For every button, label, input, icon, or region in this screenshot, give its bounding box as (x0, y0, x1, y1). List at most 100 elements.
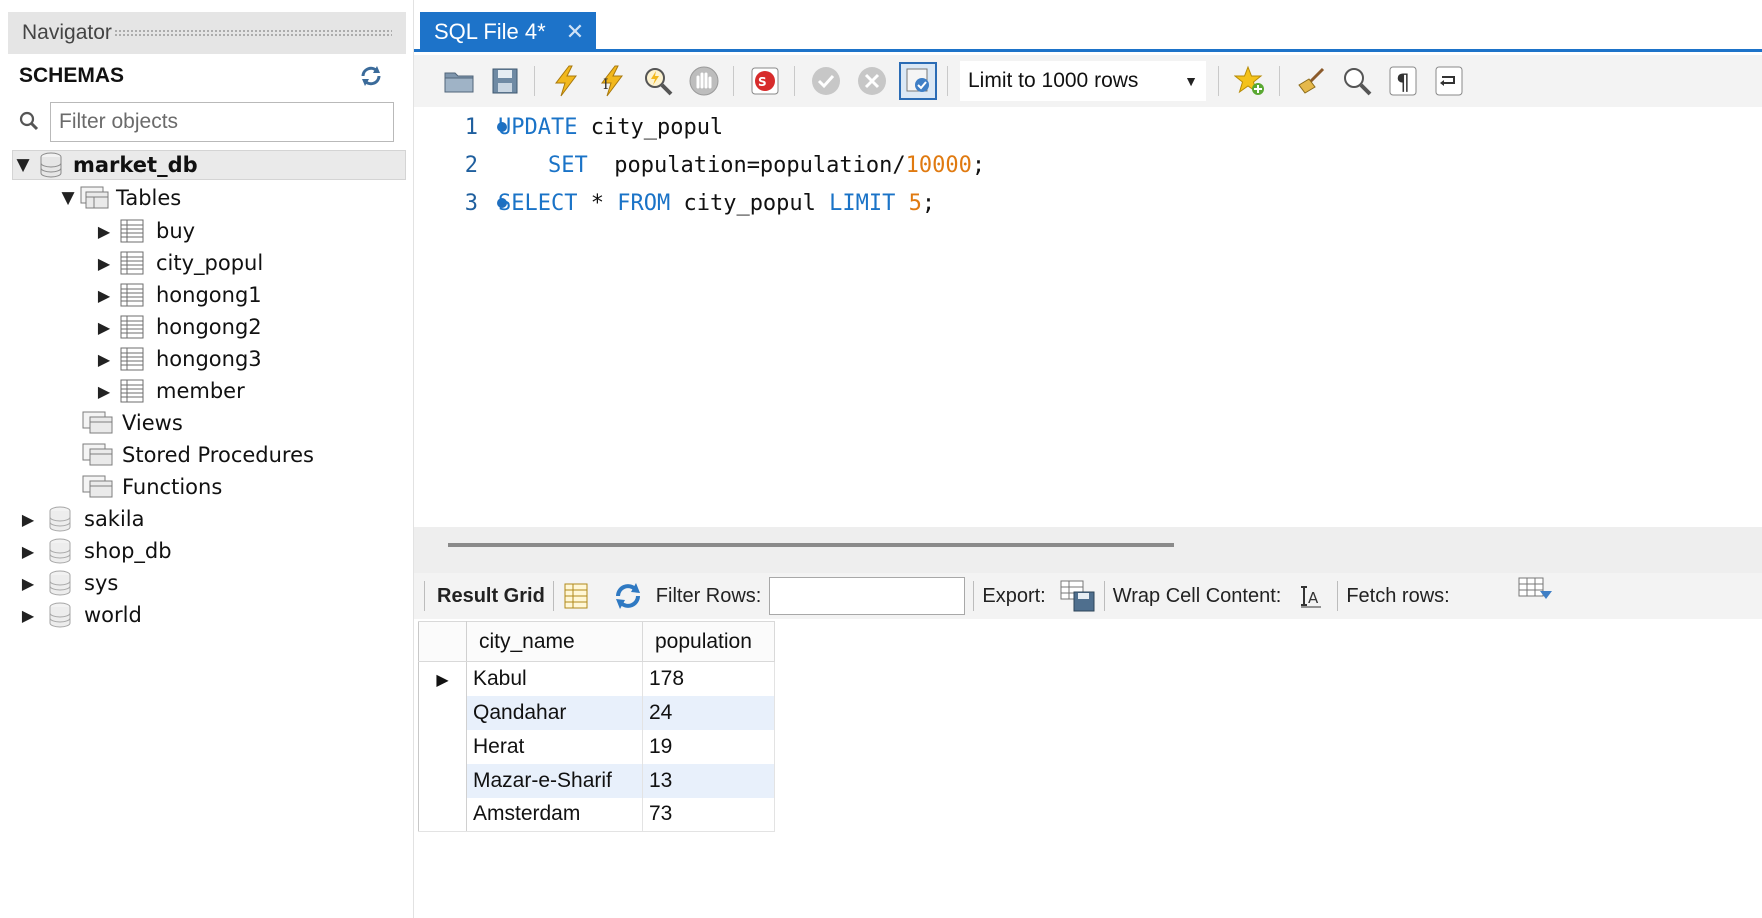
table-cell[interactable]: Herat (466, 729, 643, 764)
sql-editor[interactable]: 1 UPDATE city_popul 2 SET population=pop… (414, 107, 1762, 527)
schema-label: sakila (84, 507, 145, 531)
table-row[interactable]: ▶ Kabul 178 (418, 661, 775, 696)
table-cell[interactable]: Mazar-e-Sharif (466, 763, 643, 798)
table-cell[interactable]: 13 (642, 763, 775, 798)
expand-toggle-icon[interactable]: ▼ (13, 155, 33, 175)
table-row[interactable]: Qandahar 24 (418, 695, 775, 730)
autocommit-toggle-icon[interactable] (899, 62, 937, 100)
add-snippet-star-icon[interactable] (1231, 62, 1269, 100)
horizontal-scrollbar[interactable] (448, 543, 1174, 547)
execute-current-icon[interactable]: I (593, 62, 631, 100)
table-row[interactable]: Herat 19 (418, 729, 775, 764)
fetch-rows-label: Fetch rows: (1346, 584, 1450, 607)
table-item-member[interactable]: ▶ member (94, 376, 245, 406)
tree-item-stored-procedures[interactable]: Stored Procedures (82, 440, 314, 470)
sql-keyword: SET (548, 152, 588, 178)
table-cell[interactable]: 19 (642, 729, 775, 764)
editor-tab-bar: SQL File 4* ✕ (414, 12, 1762, 52)
table-item-hongong3[interactable]: ▶ hongong3 (94, 344, 262, 374)
filter-rows-input[interactable] (769, 577, 966, 615)
schema-shop-db[interactable]: ▶ shop_db (18, 536, 172, 566)
database-icon (49, 570, 71, 596)
sql-keyword: UPDATE (498, 114, 578, 140)
expand-toggle-icon[interactable]: ▶ (94, 222, 114, 241)
table-cell[interactable]: 178 (642, 661, 775, 696)
beautify-broom-icon[interactable] (1292, 62, 1330, 100)
table-cell[interactable]: Kabul (466, 661, 643, 696)
refresh-icon[interactable] (612, 582, 644, 610)
schema-label: sys (84, 571, 119, 595)
tree-item-label: Stored Procedures (122, 443, 314, 467)
tab-sql-file[interactable]: SQL File 4* ✕ (420, 12, 596, 52)
table-item-buy[interactable]: ▶ buy (94, 216, 195, 246)
close-icon[interactable]: ✕ (566, 19, 584, 45)
toolbar-separator (947, 66, 948, 96)
table-item-hongong1[interactable]: ▶ hongong1 (94, 280, 262, 310)
tree-item-label: Views (122, 411, 183, 435)
sql-text: ; (971, 152, 986, 178)
navigator-header: Navigator (8, 12, 406, 54)
form-editor-icon[interactable] (562, 582, 590, 610)
toolbar-separator (1218, 66, 1219, 96)
table-label: city_popul (156, 251, 264, 275)
svg-text:¶: ¶ (1396, 71, 1410, 96)
execute-lightning-icon[interactable] (547, 62, 585, 100)
find-magnifier-icon[interactable] (1338, 62, 1376, 100)
fetch-rows-icon[interactable] (1518, 577, 1554, 605)
navigator-grip[interactable] (113, 29, 392, 37)
expand-toggle-icon[interactable]: ▶ (18, 510, 38, 529)
filter-objects-input[interactable] (50, 102, 394, 142)
column-header-city-name[interactable]: city_name (466, 621, 643, 662)
table-cell[interactable]: Amsterdam (466, 797, 643, 832)
limit-rows-select[interactable]: Limit to 1000 rows ▼ (960, 61, 1206, 101)
refresh-icon[interactable] (358, 64, 384, 88)
expand-toggle-icon[interactable]: ▶ (18, 542, 38, 561)
stop-on-error-icon[interactable]: S (746, 62, 784, 100)
expand-toggle-icon[interactable]: ▶ (94, 318, 114, 337)
wrap-cell-icon[interactable]: A (1297, 583, 1323, 609)
table-label: buy (156, 219, 196, 243)
table-item-hongong2[interactable]: ▶ hongong2 (94, 312, 262, 342)
toolbar-separator (794, 66, 795, 96)
panel-splitter[interactable] (414, 527, 1762, 573)
rollback-x-icon[interactable] (853, 62, 891, 100)
tree-item-tables[interactable]: ▼ Tables (58, 183, 181, 213)
table-icon (120, 379, 144, 403)
table-cell[interactable]: 73 (642, 797, 775, 832)
invisible-chars-pilcrow-icon[interactable]: ¶ (1384, 62, 1422, 100)
result-grid: city_name population ▶ Kabul 178 Qandaha… (414, 619, 1762, 918)
expand-toggle-icon[interactable]: ▶ (94, 350, 114, 369)
table-item-city-popul[interactable]: ▶ city_popul (94, 248, 263, 278)
expand-toggle-icon[interactable]: ▶ (94, 286, 114, 305)
table-cell[interactable]: 24 (642, 695, 775, 730)
table-cell[interactable]: Qandahar (466, 695, 643, 730)
schema-label: world (84, 603, 142, 627)
schema-sys[interactable]: ▶ sys (18, 568, 118, 598)
result-table: city_name population ▶ Kabul 178 Qandaha… (418, 621, 775, 832)
row-header-corner (418, 621, 467, 662)
table-row[interactable]: Mazar-e-Sharif 13 (418, 763, 775, 798)
schema-market-db[interactable]: ▼ market_db (12, 150, 406, 180)
column-header-population[interactable]: population (642, 621, 775, 662)
expand-toggle-icon[interactable]: ▶ (18, 606, 38, 625)
expand-toggle-icon[interactable]: ▶ (94, 382, 114, 401)
schema-sakila[interactable]: ▶ sakila (18, 504, 145, 534)
expand-toggle-icon[interactable]: ▶ (18, 574, 38, 593)
export-icon[interactable] (1060, 580, 1096, 612)
commit-check-icon[interactable] (807, 62, 845, 100)
open-folder-icon[interactable] (440, 62, 478, 100)
result-grid-tab[interactable]: Result Grid (437, 585, 545, 608)
expand-toggle-icon[interactable]: ▼ (58, 188, 78, 208)
tree-item-views[interactable]: Views (82, 408, 183, 438)
functions-folder-icon (82, 475, 113, 498)
save-icon[interactable] (486, 62, 524, 100)
expand-toggle-icon[interactable]: ▶ (94, 254, 114, 273)
table-row[interactable]: Amsterdam 73 (418, 797, 775, 832)
tree-item-functions[interactable]: Functions (82, 472, 222, 502)
stop-hand-icon[interactable] (685, 62, 723, 100)
wrap-lines-icon[interactable] (1430, 62, 1468, 100)
schema-world[interactable]: ▶ world (18, 600, 142, 630)
tables-folder-icon (80, 186, 109, 209)
explain-magnifier-icon[interactable] (639, 62, 677, 100)
